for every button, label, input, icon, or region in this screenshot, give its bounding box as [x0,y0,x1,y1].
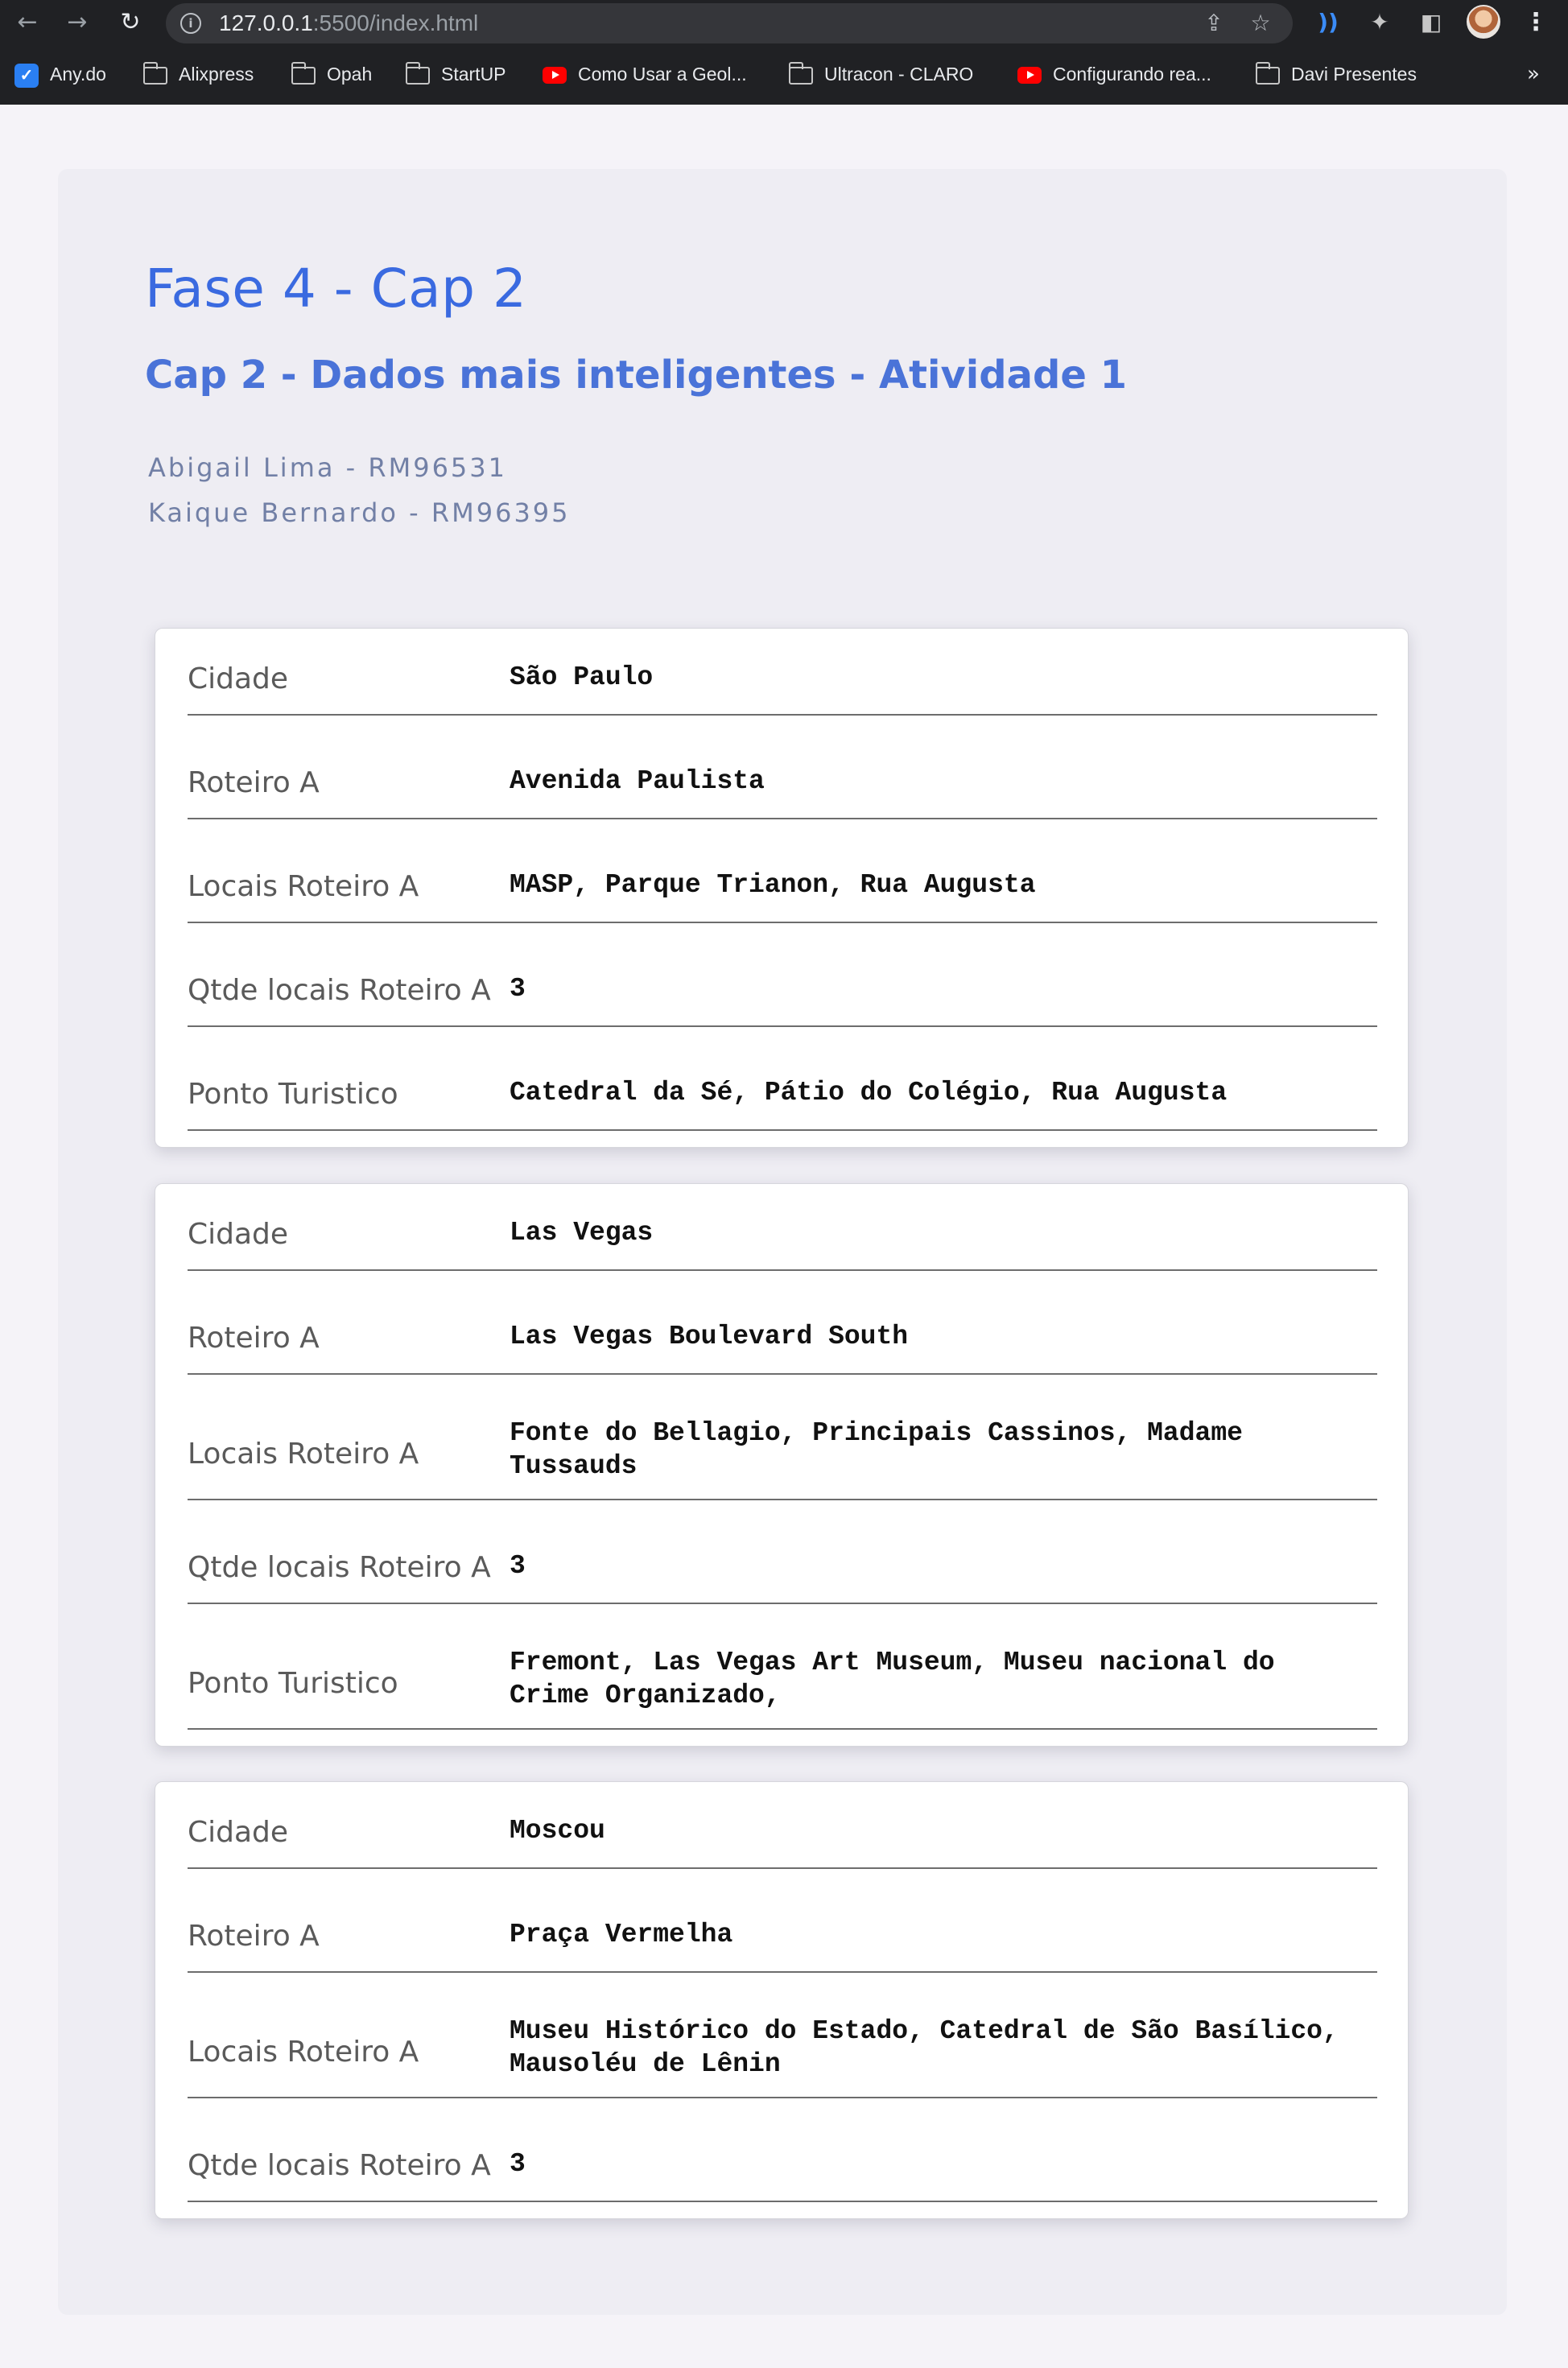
youtube-icon [543,67,567,85]
page-title: Fase 4 - Cap 2 [145,258,527,320]
row-value: 3 [510,974,526,1004]
site-info-icon[interactable]: i [180,13,201,34]
city-card: Cidade Moscou Roteiro A Praça Vermelha L… [155,1781,1409,2219]
page-subtitle: Cap 2 - Dados mais inteligentes - Ativid… [145,353,1128,398]
bookmark-item[interactable]: Ultracon - CLARO [789,56,973,92]
bookmark-label: Ultracon - CLARO [824,64,974,85]
folder-icon [1256,61,1280,85]
bookmark-item[interactable]: StartUP [406,56,506,92]
bookmark-item[interactable]: Como Usar a Geol... [543,56,747,92]
profile-avatar[interactable] [1467,5,1500,39]
bookmark-item[interactable]: ✓ Any.do [14,56,106,92]
row-label: Roteiro A [188,1322,320,1355]
bookmark-item[interactable]: Davi Presentes [1256,56,1417,92]
card-row: Qtde locais Roteiro A 3 [188,2098,1377,2202]
card-row: Locais Roteiro A Museu Histórico do Esta… [188,1973,1377,2098]
row-label: Locais Roteiro A [188,870,419,903]
bookmark-item[interactable]: Configurando rea... [1017,56,1211,92]
bookmark-label: Opah [327,64,373,85]
share-icon[interactable]: ⇪ [1199,10,1228,39]
row-value: Fremont, Las Vegas Art Museum, Museu nac… [510,1648,1275,1710]
row-value: Praça Vermelha [510,1920,733,1949]
folder-icon [406,61,430,85]
reload-icon[interactable]: ↻ [114,6,146,39]
bookmark-star-icon[interactable]: ☆ [1246,10,1275,39]
row-label: Locais Roteiro A [188,2036,419,2069]
folder-icon [789,61,813,85]
author-line: Kaique Bernardo - RM96395 [148,497,571,528]
bookmark-label: Alixpress [179,64,254,85]
city-card: Cidade Las Vegas Roteiro A Las Vegas Bou… [155,1183,1409,1747]
author-line: Abigail Lima - RM96531 [148,452,507,483]
card-row: Cidade São Paulo [188,629,1377,716]
row-label: Cidade [188,1218,289,1251]
side-panel-icon[interactable]: ◧ [1415,6,1447,39]
card-row: Qtde locais Roteiro A 3 [188,1500,1377,1604]
address-url[interactable]: 127.0.0.1:5500/index.html [219,3,478,43]
card-row: Locais Roteiro A MASP, Parque Trianon, R… [188,819,1377,923]
row-label: Ponto Turistico [188,1078,398,1111]
row-label: Cidade [188,662,289,695]
row-value: Las Vegas [510,1218,654,1248]
browser-toolbar: ← → ↻ i 127.0.0.1:5500/index.html ⇪ ☆ ))… [0,0,1568,45]
row-value: São Paulo [510,662,654,692]
card-row: Ponto Turistico Catedral da Sé, Pátio do… [188,1027,1377,1131]
extension-wave-icon[interactable]: )) [1312,6,1344,39]
bookmark-label: StartUP [441,64,506,85]
folder-icon [291,61,316,85]
url-path: :5500/index.html [312,10,479,35]
bookmark-label: Como Usar a Geol... [578,64,747,85]
row-label: Qtde locais Roteiro A [188,1551,491,1584]
bookmarks-bar: ✓ Any.do Alixpress Opah StartUP Como Usar… [0,56,1568,92]
row-label: Roteiro A [188,766,320,799]
card-row: Cidade Las Vegas [188,1184,1377,1271]
bookmark-label: Configurando rea... [1053,64,1211,85]
card-row: Ponto Turistico Fremont, Las Vegas Art M… [188,1604,1377,1730]
row-value: Fonte do Bellagio, Principais Cassinos, … [510,1418,1243,1481]
row-value: Las Vegas Boulevard South [510,1322,909,1351]
row-label: Ponto Turistico [188,1667,398,1700]
card-row: Roteiro A Praça Vermelha [188,1869,1377,1973]
city-card: Cidade São Paulo Roteiro A Avenida Pauli… [155,628,1409,1148]
anydo-icon: ✓ [14,63,39,88]
address-bar[interactable]: i 127.0.0.1:5500/index.html ⇪ ☆ [166,3,1293,43]
forward-arrow-icon[interactable]: → [61,6,93,39]
browser-chrome: ← → ↻ i 127.0.0.1:5500/index.html ⇪ ☆ ))… [0,0,1568,105]
row-label: Cidade [188,1816,289,1849]
bookmark-label: Davi Presentes [1291,64,1417,85]
row-value: Moscou [510,1816,605,1846]
row-value: 3 [510,2149,526,2179]
extensions-puzzle-icon[interactable]: ✦ [1364,6,1396,39]
youtube-icon [1017,67,1042,85]
row-value: MASP, Parque Trianon, Rua Augusta [510,870,1036,900]
row-value: Avenida Paulista [510,766,765,796]
card-row: Qtde locais Roteiro A 3 [188,923,1377,1027]
card-row: Cidade Moscou [188,1782,1377,1869]
url-host: 127.0.0.1 [219,10,313,35]
card-row: Locais Roteiro A Fonte do Bellagio, Prin… [188,1375,1377,1500]
browser-menu-icon[interactable]: ⋮ [1520,6,1552,39]
card-row: Roteiro A Las Vegas Boulevard South [188,1271,1377,1375]
folder-icon [143,61,167,85]
row-value: Museu Histórico do Estado, Catedral de S… [510,2016,1339,2079]
row-value: Catedral da Sé, Pátio do Colégio, Rua Au… [510,1078,1228,1108]
bookmark-item[interactable]: Opah [291,56,372,92]
bookmarks-overflow-icon[interactable]: » [1521,56,1545,92]
row-label: Qtde locais Roteiro A [188,974,491,1007]
row-label: Locais Roteiro A [188,1438,419,1471]
row-value: 3 [510,1551,526,1581]
bookmark-label: Any.do [50,64,106,85]
card-row: Roteiro A Avenida Paulista [188,716,1377,819]
bookmark-item[interactable]: Alixpress [143,56,254,92]
row-label: Roteiro A [188,1920,320,1953]
back-arrow-icon[interactable]: ← [11,6,43,39]
row-label: Qtde locais Roteiro A [188,2149,491,2182]
